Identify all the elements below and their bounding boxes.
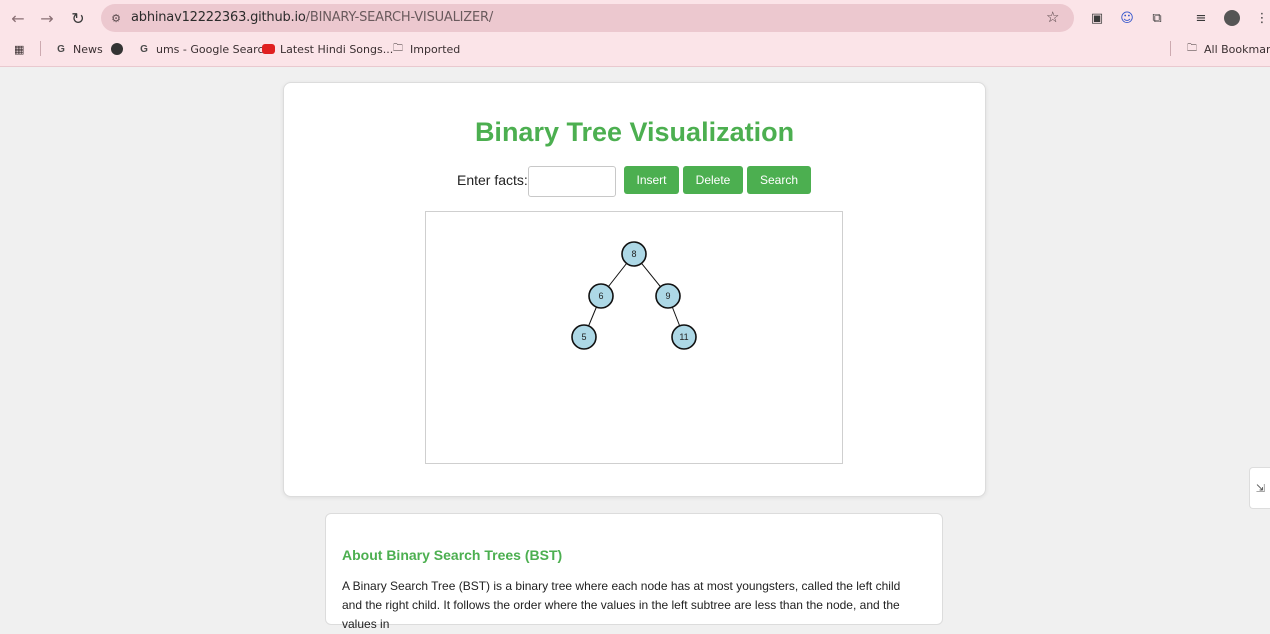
youtube-icon: [261, 42, 275, 56]
bookmark-imported-folder[interactable]: 🗀 Imported: [391, 41, 460, 57]
browser-toolbar: ← → ↻ ⚙ abhinav12222363.github.io/BINARY…: [0, 0, 1270, 36]
extensions-puzzle-icon[interactable]: ⧉: [1147, 8, 1167, 28]
profile-avatar-icon[interactable]: [1222, 8, 1242, 28]
bookmark-ums-google-search[interactable]: Gums - Google Search: [137, 41, 270, 57]
tree-node: 6: [588, 283, 614, 309]
page-title: Binary Tree Visualization: [474, 117, 795, 147]
side-panel-tab-icon[interactable]: ⇲: [1249, 467, 1270, 509]
browser-chrome: ← → ↻ ⚙ abhinav12222363.github.io/BINARY…: [0, 0, 1270, 67]
bookmarks-bar: ▦ G News Gums - Google Search Latest Hind…: [0, 38, 1270, 60]
folder-icon: 🗀: [1187, 42, 1197, 54]
bookmark-latest-hindi-songs[interactable]: Latest Hindi Songs...: [261, 41, 393, 57]
bookmark-globe[interactable]: [110, 41, 129, 57]
bookmark-news[interactable]: G News: [54, 41, 103, 57]
bookmark-label: ums - Google Search: [156, 42, 271, 56]
visualizer-card: Binary Tree Visualization Enter facts: I…: [283, 82, 986, 497]
bookmark-star-icon[interactable]: ☆: [1046, 8, 1059, 26]
search-button[interactable]: Search: [747, 166, 811, 194]
google-icon: G: [140, 43, 148, 55]
url-host: abhinav12222363.github.io: [131, 10, 306, 25]
folder-icon: 🗀: [393, 42, 403, 54]
about-text: A Binary Search Tree (BST) is a binary t…: [342, 579, 901, 631]
all-bookmarks-label: All Bookmarks: [1204, 42, 1270, 56]
site-settings-icon[interactable]: ⚙: [108, 10, 124, 26]
url-text[interactable]: abhinav12222363.github.io/BINARY-SEARCH-…: [131, 10, 493, 25]
delete-button[interactable]: Delete: [683, 166, 743, 194]
tree-node: 5: [571, 324, 597, 350]
back-arrow-icon[interactable]: ←: [6, 6, 30, 30]
reload-icon[interactable]: ↻: [66, 6, 90, 30]
tree-node-value: 11: [679, 332, 688, 342]
tree-node: 8: [621, 241, 647, 267]
input-label: Enter facts:: [457, 172, 528, 188]
insert-button[interactable]: Insert: [624, 166, 679, 194]
all-bookmarks[interactable]: 🗀 All Bookmarks: [1185, 41, 1270, 57]
bookmark-label: Imported: [410, 42, 461, 56]
tree-node-value: 8: [631, 249, 636, 259]
tree-node-value: 9: [665, 291, 670, 301]
tree-node-value: 6: [598, 291, 603, 301]
media-queue-icon[interactable]: ≡: [1191, 8, 1211, 28]
forward-arrow-icon[interactable]: →: [35, 6, 59, 30]
tree-node: 9: [655, 283, 681, 309]
extension-face-icon[interactable]: ☺: [1117, 8, 1137, 28]
tree-node: 11: [671, 324, 697, 350]
bookmark-separator: [1170, 41, 1171, 56]
extension-icon[interactable]: ▣: [1087, 8, 1107, 28]
tree-svg: 8 6 9 5 11: [571, 241, 697, 350]
apps-grid-icon[interactable]: ▦: [14, 41, 24, 57]
globe-icon: [110, 42, 124, 56]
menu-kebab-icon[interactable]: ⋮: [1252, 8, 1270, 28]
tree-node-value: 5: [581, 332, 586, 342]
url-path: /BINARY-SEARCH-VISUALIZER/: [305, 10, 494, 25]
tree-canvas: 8 6 9 5 11: [425, 211, 843, 464]
about-card: About Binary Search Trees (BST) A Binary…: [325, 513, 943, 631]
bookmark-label: News: [73, 42, 103, 56]
value-input[interactable]: [528, 166, 616, 197]
google-icon: G: [57, 43, 65, 55]
bookmark-label: Latest Hindi Songs...: [280, 42, 394, 56]
about-title: About Binary Search Trees (BST): [342, 547, 563, 563]
bookmark-separator: [40, 41, 41, 56]
